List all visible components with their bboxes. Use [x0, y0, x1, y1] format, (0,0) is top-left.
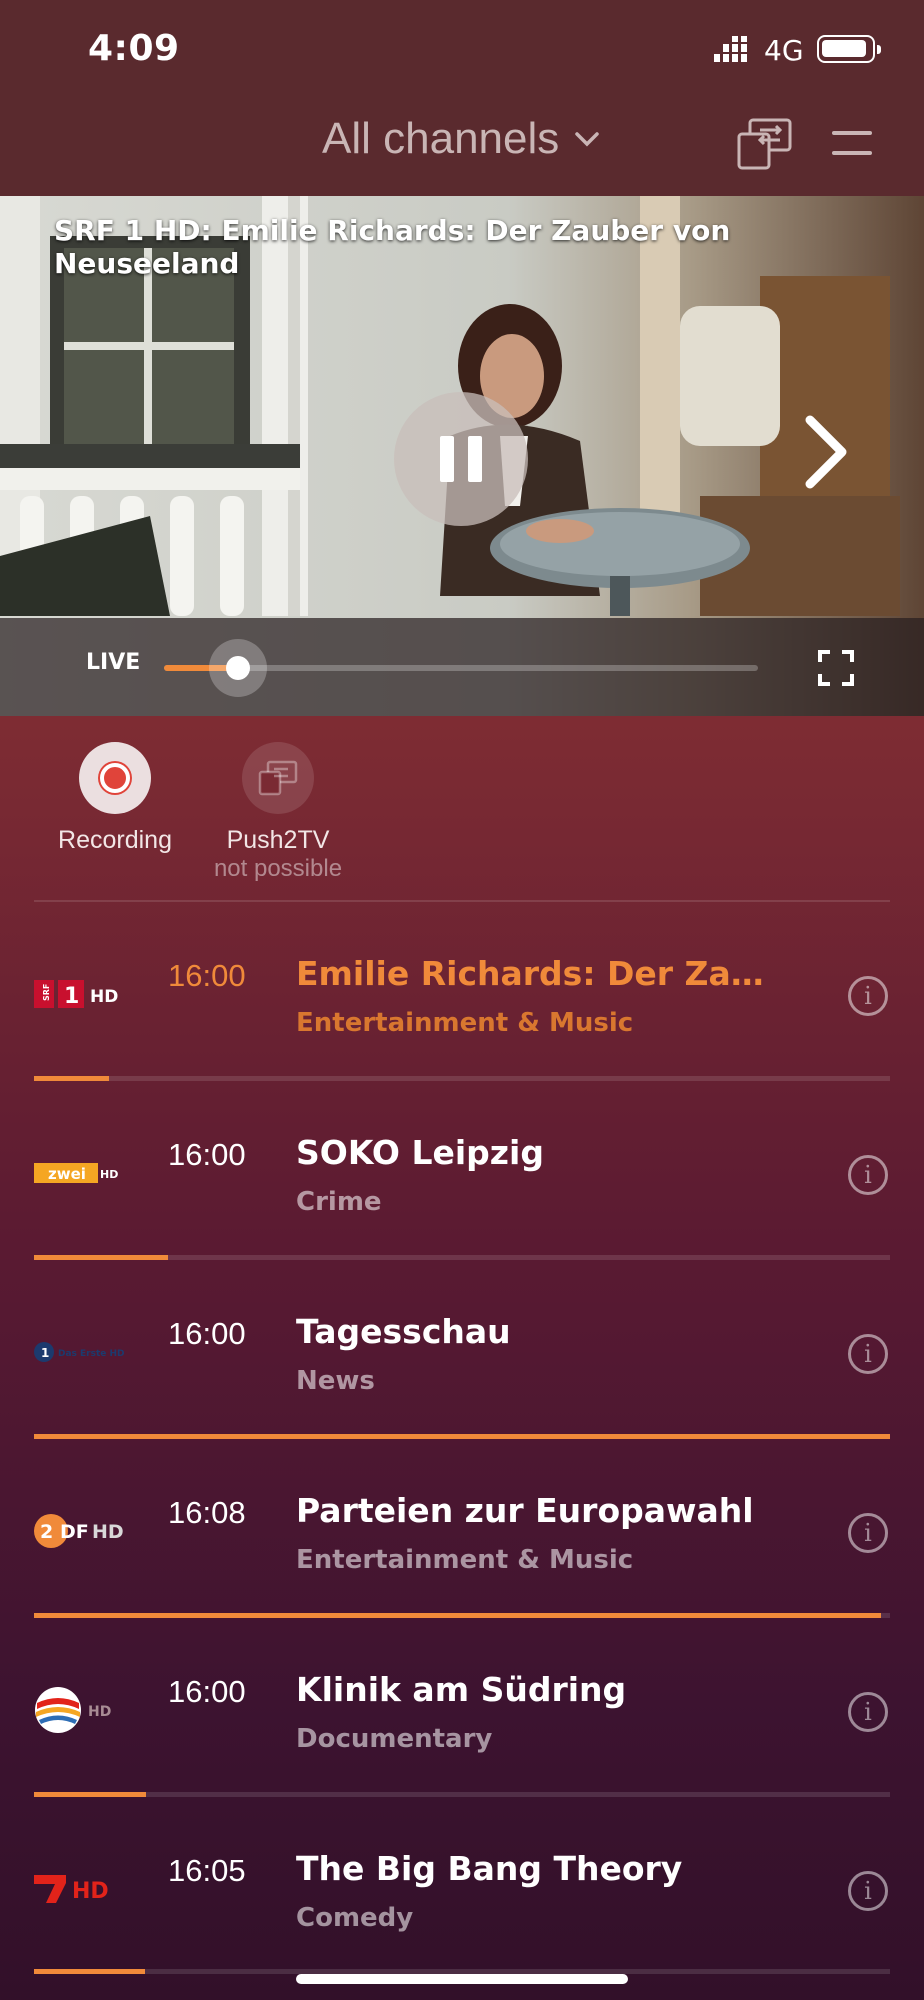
chevron-down-icon: [575, 132, 600, 147]
svg-text:SRF: SRF: [42, 984, 51, 1001]
push2tv-label: Push2TV: [226, 826, 330, 854]
record-icon: [79, 742, 151, 814]
channel-select-label: All channels: [322, 114, 560, 163]
player-controls: LIVE: [0, 618, 924, 716]
live-label: LIVE: [86, 650, 141, 675]
program-time: 16:08: [168, 1495, 246, 1530]
push2tv-action-icon: [242, 742, 314, 814]
menu-icon[interactable]: [832, 130, 872, 156]
channel-logo-srf1: SRF 1 HD: [34, 974, 134, 1014]
battery-icon: [817, 35, 881, 63]
program-time: 16:05: [168, 1853, 246, 1888]
svg-text:HD: HD: [72, 1879, 109, 1904]
program-title: Tagesschau: [296, 1312, 511, 1351]
info-icon[interactable]: i: [848, 1334, 888, 1374]
network-type: 4G: [764, 34, 804, 67]
list-item[interactable]: 2 DF HD 16:08 Parteien zur Europawahl En…: [0, 1461, 924, 1640]
channel-logo-zdf: 2 DF HD: [34, 1511, 134, 1551]
program-title: SOKO Leipzig: [296, 1133, 544, 1172]
svg-text:HD: HD: [90, 987, 118, 1007]
video-title: SRF 1 HD: Emilie Richards: Der Zauber vo…: [54, 214, 731, 280]
program-time: 16:00: [168, 1137, 246, 1172]
push2tv-sublabel: not possible: [213, 855, 343, 882]
channel-logo-prosieben: HD: [34, 1869, 134, 1909]
push2tv-icon[interactable]: [736, 118, 794, 172]
program-progress: [34, 1076, 890, 1081]
program-genre: Entertainment & Music: [296, 1545, 634, 1575]
channel-logo-sat1: HD: [34, 1687, 134, 1733]
program-genre: Documentary: [296, 1724, 493, 1754]
program-progress: [34, 1792, 890, 1797]
push2tv-action[interactable]: Push2TV not possible: [208, 742, 348, 883]
list-item[interactable]: HD 16:00 Klinik am Südring Documentary i: [0, 1640, 924, 1819]
svg-text:1: 1: [41, 1346, 49, 1360]
program-genre: Comedy: [296, 1903, 414, 1933]
list-item[interactable]: SRF 1 HD 16:00 Emilie Richards: Der Zaub…: [0, 924, 924, 1103]
svg-text:DF: DF: [60, 1521, 89, 1543]
header: All channels: [0, 100, 924, 196]
info-icon[interactable]: i: [848, 976, 888, 1016]
fullscreen-icon[interactable]: [818, 650, 854, 686]
svg-text:zwei: zwei: [48, 1165, 86, 1183]
home-indicator: [296, 1974, 628, 1984]
video-player[interactable]: SRF 1 HD: Emilie Richards: Der Zauber vo…: [0, 196, 924, 716]
pause-icon-bar: [468, 436, 482, 482]
svg-text:Das Erste HD: Das Erste HD: [58, 1349, 125, 1359]
info-icon[interactable]: i: [848, 1513, 888, 1553]
status-time: 4:09: [88, 28, 180, 69]
program-title: Parteien zur Europawahl: [296, 1491, 754, 1530]
program-genre: News: [296, 1366, 375, 1396]
program-title: Emilie Richards: Der Zaub...: [296, 954, 776, 993]
program-time: 16:00: [168, 958, 246, 993]
info-icon[interactable]: i: [848, 1692, 888, 1732]
program-title: The Big Bang Theory: [296, 1849, 683, 1888]
list-item[interactable]: 1 Das Erste HD 16:00 Tagesschau News i: [0, 1282, 924, 1461]
channel-logo-zdfzwei: zwei HD: [34, 1153, 134, 1193]
pause-button[interactable]: [394, 392, 528, 526]
program-progress: [34, 1613, 890, 1618]
svg-text:HD: HD: [88, 1704, 111, 1720]
chevron-right-icon[interactable]: [800, 412, 852, 492]
program-progress: [34, 1434, 890, 1439]
svg-text:HD: HD: [100, 1168, 118, 1181]
status-bar: 4:09 4G: [0, 0, 924, 100]
divider: [34, 900, 890, 902]
action-bar: Recording Push2TV not possible: [0, 742, 924, 902]
channel-logo-daserste: 1 Das Erste HD: [34, 1332, 134, 1372]
program-genre: Entertainment & Music: [296, 1008, 634, 1038]
recording-label: Recording: [58, 826, 172, 854]
pause-icon-bar: [440, 436, 454, 482]
channel-select[interactable]: All channels: [322, 114, 601, 164]
list-item[interactable]: HD 16:05 The Big Bang Theory Comedy i: [0, 1819, 924, 1998]
recording-action[interactable]: Recording: [58, 742, 172, 855]
program-genre: Crime: [296, 1187, 382, 1217]
program-title: Klinik am Südring: [296, 1670, 627, 1709]
playback-slider[interactable]: [164, 639, 758, 697]
program-progress: [34, 1255, 890, 1260]
list-item[interactable]: zwei HD 16:00 SOKO Leipzig Crime i: [0, 1103, 924, 1282]
svg-text:HD: HD: [92, 1521, 124, 1543]
program-time: 16:00: [168, 1674, 246, 1709]
svg-text:1: 1: [64, 984, 79, 1009]
program-time: 16:00: [168, 1316, 246, 1351]
info-icon[interactable]: i: [848, 1871, 888, 1911]
svg-text:2: 2: [40, 1521, 53, 1543]
info-icon[interactable]: i: [848, 1155, 888, 1195]
signal-icon: [714, 36, 747, 62]
